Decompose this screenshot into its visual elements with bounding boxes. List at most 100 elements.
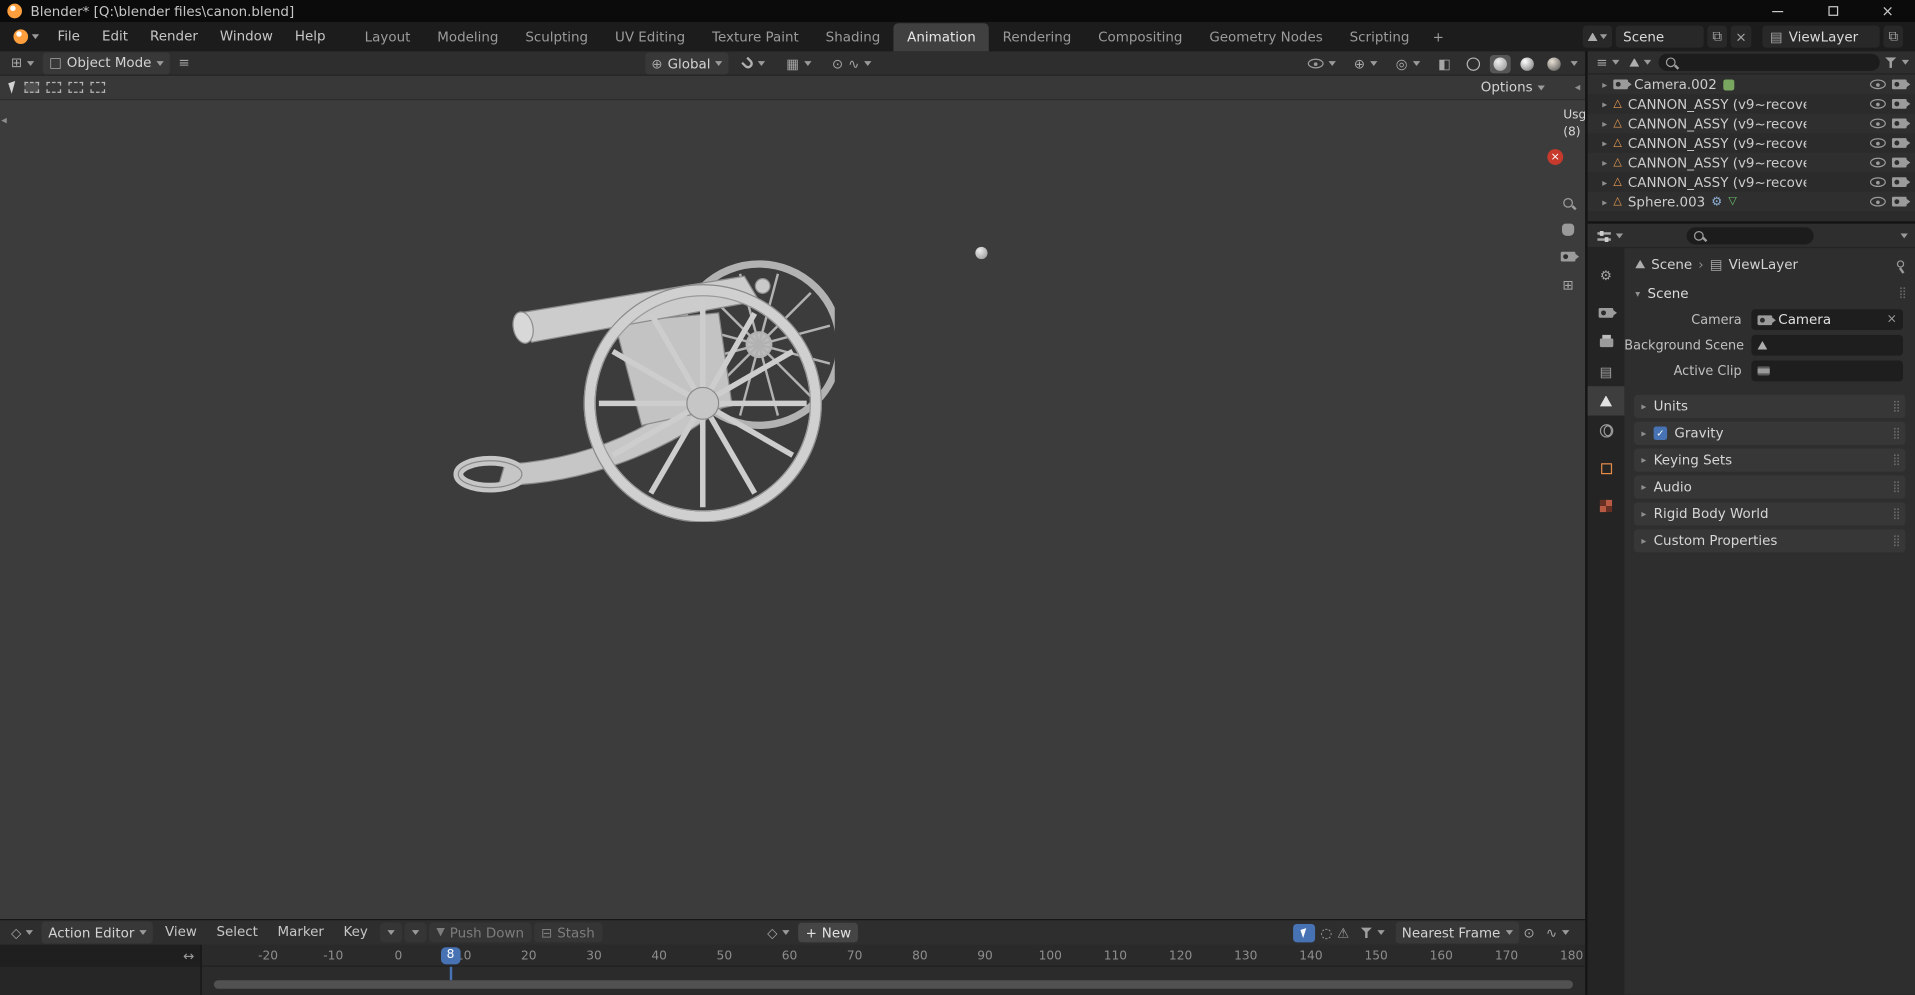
section-rigid-body-world[interactable]: ▸ Rigid Body World <box>1634 502 1906 526</box>
layer-prev-dropdown[interactable] <box>380 922 403 943</box>
filter-dropdown[interactable] <box>1354 922 1391 944</box>
tab-output[interactable] <box>1588 328 1625 357</box>
viewport-3d[interactable]: ◂ Usg (8) × ⊞ <box>0 100 1586 920</box>
clear-icon[interactable]: × <box>1887 313 1897 326</box>
shading-solid-button[interactable] <box>1489 54 1511 73</box>
disclosure-icon[interactable]: ▸ <box>1602 79 1607 90</box>
scene-panel-header[interactable]: ▾ Scene <box>1624 280 1915 307</box>
timeline-ruler[interactable]: ↔ 8 -20 -10 0 10 20 30 40 50 60 70 80 90 100 110 120 13… <box>0 944 1586 967</box>
only-selected-toggle[interactable] <box>1293 923 1316 942</box>
cannon-model[interactable] <box>431 259 835 522</box>
tab-scene[interactable] <box>1587 386 1625 416</box>
shading-wireframe-button[interactable] <box>1463 54 1484 72</box>
menu-select[interactable]: Select <box>207 920 268 944</box>
camera-view-icon[interactable] <box>1560 251 1580 262</box>
menu-file[interactable]: File <box>46 22 91 51</box>
disclosure-icon[interactable]: ▸ <box>1602 137 1607 148</box>
dopesheet-editor-type-button[interactable]: ◇ <box>5 922 40 944</box>
playhead-line[interactable] <box>449 966 452 981</box>
section-gravity[interactable]: ▸ Gravity <box>1634 421 1906 445</box>
tab-view-layer[interactable]: ▤ <box>1588 357 1625 386</box>
proportional-editing-toggle[interactable]: ⊙ ∿ <box>826 53 878 75</box>
drag-handle-icon[interactable] <box>1892 454 1898 466</box>
shading-material-button[interactable] <box>1517 54 1538 72</box>
menu-help[interactable]: Help <box>284 22 337 51</box>
workspace-tab-animation[interactable]: Animation <box>893 22 990 51</box>
workspace-tab-uv-editing[interactable]: UV Editing <box>602 23 699 51</box>
current-frame-badge[interactable]: 8 <box>440 947 461 965</box>
maximize-button[interactable] <box>1805 0 1860 22</box>
xray-toggle[interactable]: ◧ <box>1432 53 1457 75</box>
hide-render-icon[interactable] <box>1891 98 1911 109</box>
tab-tool[interactable]: ⚙ <box>1588 260 1625 289</box>
viewlayer-name-field[interactable]: ▤ ViewLayer <box>1762 25 1880 48</box>
select-mode-subtract-button[interactable] <box>68 81 84 93</box>
new-viewlayer-button[interactable]: ⧉ <box>1883 25 1903 48</box>
select-mode-extend-button[interactable] <box>46 81 62 93</box>
pan-hand-icon[interactable] <box>1561 223 1575 236</box>
drag-handle-icon[interactable] <box>1892 535 1898 547</box>
mode-dropdown[interactable]: □ Object Mode <box>43 51 170 74</box>
disclosure-icon[interactable]: ▸ <box>1602 98 1607 109</box>
snapping-toggle[interactable] <box>737 53 771 75</box>
workspace-tab-rendering[interactable]: Rendering <box>989 23 1085 51</box>
viewport-editor-type-button[interactable]: ⊞ <box>5 52 41 74</box>
outliner-row-mesh[interactable]: ▸ CANNON_ASSY (v9~recovered).005 <box>1587 152 1915 173</box>
dope-sheet-channels[interactable] <box>0 966 1586 995</box>
menu-key[interactable]: Key <box>334 920 378 944</box>
section-keying-sets[interactable]: ▸ Keying Sets <box>1634 448 1906 472</box>
workspace-tab-texture-paint[interactable]: Texture Paint <box>699 23 813 51</box>
menu-edit[interactable]: Edit <box>91 22 139 51</box>
workspace-tab-modeling[interactable]: Modeling <box>424 23 512 51</box>
zoom-icon[interactable] <box>1563 197 1573 208</box>
outliner-row-mesh[interactable]: ▸ CANNON_ASSY (v9~recovered).001 <box>1588 94 1915 114</box>
minimize-button[interactable] <box>1750 0 1805 22</box>
tab-texture[interactable] <box>1588 491 1625 520</box>
hide-viewport-icon[interactable] <box>1869 138 1886 148</box>
chevron-down-icon[interactable] <box>1900 232 1908 238</box>
properties-editor-type-button[interactable] <box>1595 224 1626 246</box>
disclosure-icon[interactable]: ▸ <box>1602 157 1607 168</box>
menu-marker[interactable]: Marker <box>268 920 334 944</box>
chevron-down-icon[interactable] <box>1901 59 1910 65</box>
proportional-icon[interactable]: ⊙ <box>1524 925 1535 941</box>
gravity-checkbox[interactable] <box>1653 426 1668 440</box>
hide-render-icon[interactable] <box>1891 138 1911 148</box>
pin-icon[interactable] <box>1896 260 1905 268</box>
outliner-row-mesh[interactable]: ▸ CANNON_ASSY (v9~recovered).003 <box>1588 133 1915 153</box>
filter-funnel-icon[interactable] <box>1884 56 1897 68</box>
sphere-object[interactable] <box>975 246 988 260</box>
workspace-tab-layout[interactable]: Layout <box>351 23 424 51</box>
snap-target-dropdown[interactable]: ▦ <box>780 53 817 75</box>
hide-render-icon[interactable] <box>1891 196 1911 207</box>
disclosure-icon[interactable]: ▸ <box>1602 177 1607 188</box>
hide-render-icon[interactable] <box>1891 79 1911 90</box>
select-mode-new-button[interactable] <box>24 81 40 93</box>
hide-viewport-icon[interactable] <box>1869 79 1886 90</box>
new-action-button[interactable]: + New <box>798 922 859 943</box>
select-mode-intersect-button[interactable] <box>90 81 106 93</box>
channel-list-region[interactable] <box>0 966 202 995</box>
snap-mode-dropdown[interactable]: Nearest Frame <box>1395 921 1519 944</box>
ortho-toggle-icon[interactable]: ⊞ <box>1562 277 1573 293</box>
hide-viewport-icon[interactable] <box>1869 157 1886 168</box>
layer-next-dropdown[interactable] <box>404 922 427 943</box>
blender-menu-button[interactable] <box>6 22 46 51</box>
tab-render[interactable] <box>1588 298 1625 327</box>
tab-world[interactable] <box>1588 416 1625 445</box>
outliner-row-camera[interactable]: ▸ Camera.002 <box>1587 74 1915 95</box>
section-audio[interactable]: ▸ Audio <box>1634 475 1906 499</box>
stash-button[interactable]: ⊟ Stash <box>533 922 603 943</box>
camera-field[interactable]: Camera × <box>1751 309 1903 330</box>
select-tool-icon[interactable] <box>8 81 19 94</box>
close-button[interactable]: × <box>1860 0 1915 22</box>
add-workspace-button[interactable]: + <box>1423 29 1454 45</box>
extrapolation-dropdown[interactable]: ∿ <box>1540 922 1576 944</box>
options-dropdown[interactable]: Options <box>1475 76 1551 98</box>
drag-handle-icon[interactable] <box>1892 400 1898 412</box>
menu-view[interactable]: View <box>155 920 206 944</box>
ghost-frames-icon[interactable]: ◌ <box>1321 925 1333 941</box>
show-errors-icon[interactable]: ⚠ <box>1337 925 1349 941</box>
browse-scene-button[interactable] <box>1582 25 1613 48</box>
hide-viewport-icon[interactable] <box>1869 118 1886 129</box>
